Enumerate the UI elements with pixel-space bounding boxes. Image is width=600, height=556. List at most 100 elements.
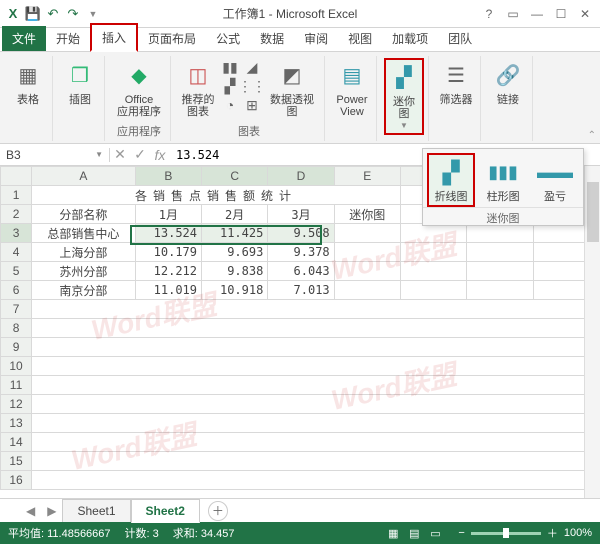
collapse-ribbon-icon[interactable]: ⌃ bbox=[588, 130, 596, 141]
pie-chart-icon[interactable]: ◔ bbox=[220, 96, 240, 114]
sheet-nav-next-icon[interactable]: ▶ bbox=[41, 504, 62, 518]
page-layout-icon[interactable]: ▤ bbox=[405, 527, 423, 540]
row-header[interactable]: 12 bbox=[1, 395, 32, 414]
cell[interactable] bbox=[32, 338, 600, 357]
row-header[interactable]: 4 bbox=[1, 243, 32, 262]
zoom-value[interactable]: 100% bbox=[564, 527, 592, 539]
tab-addin[interactable]: 加载项 bbox=[382, 26, 438, 51]
row-header[interactable]: 2 bbox=[1, 205, 32, 224]
cell[interactable]: 11.019 bbox=[135, 281, 201, 300]
cell[interactable] bbox=[467, 243, 533, 262]
cell-selected[interactable]: 9.508 bbox=[268, 224, 334, 243]
row-header[interactable]: 6 bbox=[1, 281, 32, 300]
cell[interactable] bbox=[32, 357, 600, 376]
vertical-scrollbar[interactable] bbox=[584, 166, 600, 498]
cell[interactable]: 3月 bbox=[268, 205, 334, 224]
row-header[interactable]: 10 bbox=[1, 357, 32, 376]
cell[interactable] bbox=[334, 243, 400, 262]
tab-layout[interactable]: 页面布局 bbox=[138, 26, 206, 51]
sparkline-button[interactable]: ▞ 迷你图 ▼ bbox=[384, 58, 424, 135]
illustrations-button[interactable]: ❒ 插图 bbox=[60, 58, 100, 108]
maximize-icon[interactable]: ☐ bbox=[550, 5, 572, 23]
col-header[interactable]: B bbox=[135, 167, 201, 186]
tab-home[interactable]: 开始 bbox=[46, 26, 90, 51]
bar-chart-icon[interactable]: ▮▮ bbox=[220, 58, 240, 76]
col-header[interactable]: C bbox=[202, 167, 268, 186]
scatter-chart-icon[interactable]: ⋮⋮ bbox=[242, 77, 262, 95]
tables-button[interactable]: ▦ 表格 bbox=[8, 58, 48, 108]
zoom-slider[interactable] bbox=[471, 532, 541, 535]
zoom-control[interactable]: − ＋ 100% bbox=[458, 525, 592, 541]
cell[interactable] bbox=[400, 243, 466, 262]
recommended-charts-button[interactable]: ◫ 推荐的 图表 bbox=[178, 58, 218, 120]
undo-icon[interactable]: ↶ bbox=[44, 5, 62, 23]
cell[interactable] bbox=[467, 281, 533, 300]
cell[interactable] bbox=[32, 471, 600, 490]
cell[interactable]: 总部销售中心 bbox=[32, 224, 136, 243]
close-icon[interactable]: ✕ bbox=[574, 5, 596, 23]
combo-chart-icon[interactable]: ⊞ bbox=[242, 96, 262, 114]
cell[interactable] bbox=[334, 224, 400, 243]
col-header[interactable]: A bbox=[32, 167, 136, 186]
cell[interactable] bbox=[334, 262, 400, 281]
zoom-out-icon[interactable]: − bbox=[458, 527, 464, 539]
cell[interactable]: 分部名称 bbox=[32, 205, 136, 224]
col-header[interactable]: E bbox=[334, 167, 400, 186]
tab-view[interactable]: 视图 bbox=[338, 26, 382, 51]
row-header[interactable]: 3 bbox=[1, 224, 32, 243]
powerview-button[interactable]: ▤ Power View bbox=[332, 58, 372, 120]
office-apps-button[interactable]: ◆ Office 应用程序 bbox=[112, 58, 166, 120]
cell[interactable]: 12.212 bbox=[135, 262, 201, 281]
cell[interactable] bbox=[32, 452, 600, 471]
zoom-thumb[interactable] bbox=[503, 528, 509, 538]
cell[interactable] bbox=[467, 262, 533, 281]
line-chart-icon[interactable]: ▞ bbox=[220, 77, 240, 95]
links-button[interactable]: 🔗 链接 bbox=[488, 58, 528, 108]
cell[interactable]: 7.013 bbox=[268, 281, 334, 300]
row-header[interactable]: 9 bbox=[1, 338, 32, 357]
row-header[interactable]: 5 bbox=[1, 262, 32, 281]
cell[interactable] bbox=[400, 262, 466, 281]
sparkline-column-button[interactable]: ▮▮▮ 柱形图 bbox=[479, 155, 527, 205]
cell[interactable]: 9.378 bbox=[268, 243, 334, 262]
cell[interactable]: 6.043 bbox=[268, 262, 334, 281]
sheet-tab-1[interactable]: Sheet1 bbox=[62, 499, 130, 522]
qat-dropdown-icon[interactable]: ▼ bbox=[84, 5, 102, 23]
row-header[interactable]: 11 bbox=[1, 376, 32, 395]
cell[interactable] bbox=[32, 414, 600, 433]
slicer-button[interactable]: ☰ 筛选器 bbox=[436, 58, 476, 108]
pivotchart-button[interactable]: ◩ 数据透视图 bbox=[264, 58, 320, 120]
save-icon[interactable]: 💾 bbox=[24, 5, 42, 23]
add-sheet-button[interactable]: ＋ bbox=[208, 501, 228, 521]
cell[interactable]: 9.838 bbox=[202, 262, 268, 281]
cell[interactable]: 苏州分部 bbox=[32, 262, 136, 281]
name-box[interactable]: B3 ▼ bbox=[0, 148, 110, 162]
help-icon[interactable]: ? bbox=[478, 5, 500, 23]
sheet-nav-prev-icon[interactable]: ◀ bbox=[20, 504, 41, 518]
sparkline-winloss-button[interactable]: ▬▬ 盈亏 bbox=[531, 155, 579, 205]
zoom-in-icon[interactable]: ＋ bbox=[547, 525, 558, 541]
cell[interactable]: 1月 bbox=[135, 205, 201, 224]
row-header[interactable]: 15 bbox=[1, 452, 32, 471]
minimize-icon[interactable]: — bbox=[526, 5, 548, 23]
sheet-tab-2[interactable]: Sheet2 bbox=[131, 499, 200, 523]
cell[interactable]: 10.918 bbox=[202, 281, 268, 300]
scrollbar-thumb[interactable] bbox=[587, 182, 599, 242]
cell[interactable] bbox=[32, 433, 600, 452]
tab-review[interactable]: 审阅 bbox=[294, 26, 338, 51]
normal-view-icon[interactable]: ▦ bbox=[384, 527, 402, 540]
cell[interactable] bbox=[32, 376, 600, 395]
enter-icon[interactable]: ✓ bbox=[130, 146, 150, 164]
tab-insert[interactable]: 插入 bbox=[90, 23, 138, 52]
tab-formula[interactable]: 公式 bbox=[206, 26, 250, 51]
cell-selected[interactable]: 13.524 bbox=[135, 224, 201, 243]
cell[interactable]: 10.179 bbox=[135, 243, 201, 262]
row-header[interactable]: 1 bbox=[1, 186, 32, 205]
cell[interactable] bbox=[32, 395, 600, 414]
cell-selected[interactable]: 11.425 bbox=[202, 224, 268, 243]
tab-file[interactable]: 文件 bbox=[2, 26, 46, 51]
sparkline-line-button[interactable]: ▞ 折线图 bbox=[427, 153, 475, 207]
tab-team[interactable]: 团队 bbox=[438, 26, 482, 51]
redo-icon[interactable]: ↷ bbox=[64, 5, 82, 23]
row-header[interactable]: 8 bbox=[1, 319, 32, 338]
